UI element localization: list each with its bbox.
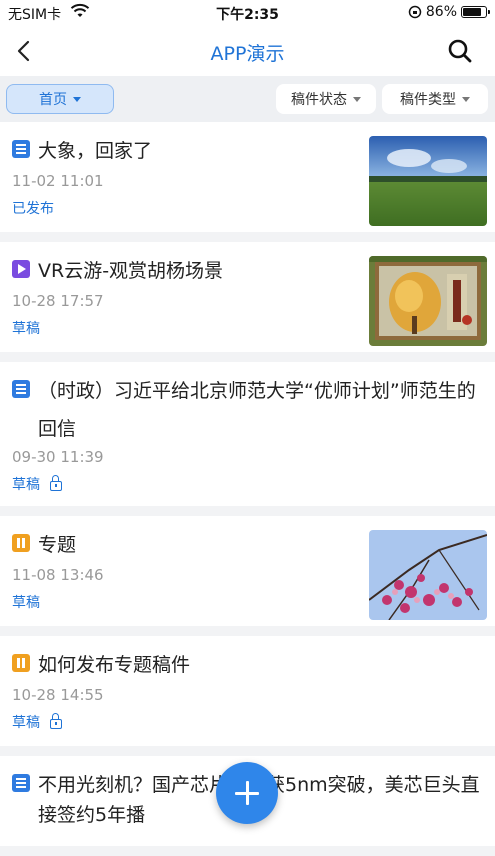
lock-icon [50, 713, 62, 729]
article-icon [12, 380, 30, 398]
item-status: 草稿 [12, 321, 40, 337]
battery-icon [461, 6, 490, 18]
item-title: （时政）习近平给北京师范大学“优师计划”师范生的回信 [38, 380, 476, 440]
list-item[interactable]: （时政）习近平给北京师范大学“优师计划”师范生的回信 09-30 11:39 草… [0, 362, 495, 506]
list-item[interactable]: 如何发布专题稿件 10-28 14:55 草稿 [0, 636, 495, 746]
item-title: 如何发布专题稿件 [38, 654, 191, 676]
poplar-poster-thumbnail [369, 256, 487, 346]
grassland-thumbnail [369, 136, 487, 226]
nav-bar: APP演示 [0, 26, 495, 76]
item-status: 草稿 [12, 595, 40, 611]
list-item[interactable]: 专题 11-08 13:46 草稿 [0, 516, 495, 626]
blossom-thumbnail [369, 530, 487, 620]
status-filter-label: 稿件状态 [291, 92, 347, 108]
type-filter-button[interactable]: 稿件类型 [382, 84, 488, 114]
status-bar: 无SIM卡 下午2:35 86% [0, 0, 495, 26]
list-item[interactable]: VR云游-观赏胡杨场景 10-28 17:57 草稿 [0, 242, 495, 352]
add-button[interactable] [216, 762, 278, 824]
topic-icon [12, 654, 30, 672]
item-status: 已发布 [12, 201, 54, 217]
search-icon[interactable] [447, 38, 473, 64]
item-date: 10-28 14:55 [12, 686, 104, 704]
chevron-down-icon [73, 96, 81, 102]
item-status: 草稿 [12, 477, 40, 493]
battery-percent: 86% [425, 4, 457, 20]
chevron-down-icon [353, 96, 361, 102]
item-date: 09-30 11:39 [12, 448, 104, 466]
chevron-down-icon [462, 96, 470, 102]
topic-icon [12, 534, 30, 552]
plus-icon [235, 781, 259, 805]
page-title: APP演示 [210, 43, 285, 65]
status-filter-button[interactable]: 稿件状态 [276, 84, 376, 114]
home-filter-button[interactable]: 首页 [6, 84, 114, 114]
lock-icon [50, 475, 62, 491]
item-date: 11-08 13:46 [12, 566, 104, 584]
item-date: 11-02 11:01 [12, 172, 104, 190]
item-date: 10-28 17:57 [12, 292, 104, 310]
list-item[interactable]: 大象，回家了 11-02 11:01 已发布 [0, 122, 495, 232]
article-icon [12, 774, 30, 792]
article-list: 大象，回家了 11-02 11:01 已发布 VR云游-观赏胡杨场景 10-28… [0, 122, 495, 856]
orientation-lock-icon [408, 5, 422, 19]
item-title: 大象，回家了 [38, 140, 153, 162]
item-title: 专题 [38, 534, 77, 556]
type-filter-label: 稿件类型 [400, 92, 456, 108]
item-status: 草稿 [12, 715, 40, 731]
home-filter-label: 首页 [39, 92, 67, 108]
filter-bar: 首页 稿件状态 稿件类型 [0, 76, 495, 122]
item-title: VR云游-观赏胡杨场景 [38, 260, 224, 282]
video-icon [12, 260, 30, 278]
article-icon [12, 140, 30, 158]
